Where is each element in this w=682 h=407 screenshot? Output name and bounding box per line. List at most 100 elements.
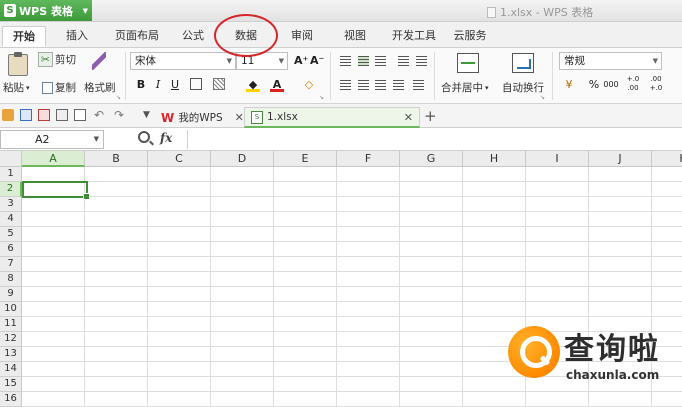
grow-font-button[interactable]: A⁺	[294, 54, 308, 68]
wrap-text-icon-button[interactable]	[512, 53, 534, 73]
distributed-icon[interactable]	[413, 80, 424, 90]
save-icon[interactable]	[20, 109, 32, 121]
align-middle-icon[interactable]	[358, 56, 369, 66]
tab-my-wps[interactable]: W 我的WPS ✕	[155, 107, 250, 128]
wrap-text-button[interactable]: 自动换行	[502, 80, 544, 95]
underline-button[interactable]: U	[168, 78, 182, 92]
formula-input[interactable]	[187, 130, 682, 149]
column-header-k[interactable]: K	[652, 151, 682, 167]
tab-review[interactable]: 审阅	[287, 26, 317, 47]
column-header-c[interactable]: C	[148, 151, 211, 167]
merge-center-icon-button[interactable]	[457, 53, 479, 73]
chevron-down-icon[interactable]: ▼	[143, 109, 155, 121]
row-header-7[interactable]: 7	[0, 257, 22, 272]
font-name-value: 宋体	[135, 55, 156, 67]
column-header-h[interactable]: H	[463, 151, 526, 167]
row-header-9[interactable]: 9	[0, 287, 22, 302]
align-top-icon[interactable]	[340, 56, 351, 66]
row-header-13[interactable]: 13	[0, 347, 22, 362]
tab-home[interactable]: 开始	[2, 26, 46, 47]
column-header-e[interactable]: E	[274, 151, 337, 167]
row-header-6[interactable]: 6	[0, 242, 22, 257]
row-header-3[interactable]: 3	[0, 197, 22, 212]
select-all-corner[interactable]	[0, 151, 22, 167]
font-color-button[interactable]: A	[270, 78, 284, 92]
increase-indent-icon[interactable]	[416, 56, 427, 66]
function-icon[interactable]: fx	[160, 131, 172, 145]
cut-button[interactable]: ✂ 剪切	[38, 52, 76, 67]
close-icon[interactable]: ✕	[404, 111, 413, 124]
new-tab-plus-icon[interactable]: +	[424, 107, 437, 125]
app-menu-button[interactable]: S WPS 表格 ▼	[0, 0, 92, 21]
divider	[330, 52, 331, 100]
row-header-1[interactable]: 1	[0, 167, 22, 182]
format-painter-label: 格式刷	[84, 82, 116, 94]
tab-cloud[interactable]: 云服务	[450, 26, 490, 47]
italic-button[interactable]: I	[151, 78, 165, 92]
align-center-icon[interactable]	[358, 80, 369, 90]
tab-1-xlsx[interactable]: S 1.xlsx ✕	[244, 107, 420, 128]
close-icon[interactable]: ✕	[235, 111, 244, 124]
decrease-decimal-button[interactable]: .00 +.0	[647, 75, 665, 92]
justify-icon[interactable]	[393, 80, 404, 90]
name-box[interactable]: A2 ▼	[0, 130, 104, 149]
tab-page-layout[interactable]: 页面布局	[110, 26, 164, 47]
fill-color-icon[interactable]: ◆	[246, 78, 260, 92]
row-header-4[interactable]: 4	[0, 212, 22, 227]
print-preview-icon[interactable]	[74, 109, 86, 121]
dialog-launcher-icon[interactable]: ↘	[540, 94, 545, 101]
font-name-select[interactable]: 宋体 ▼	[130, 52, 236, 70]
paste-label-button[interactable]: 粘贴 ▾	[3, 80, 30, 95]
column-header-i[interactable]: I	[526, 151, 589, 167]
row-header-12[interactable]: 12	[0, 332, 22, 347]
borders-icon[interactable]	[190, 78, 202, 90]
clear-format-icon[interactable]: ◇	[302, 78, 316, 92]
tab-view[interactable]: 视图	[340, 26, 370, 47]
row-header-2[interactable]: 2	[0, 182, 22, 197]
column-header-g[interactable]: G	[400, 151, 463, 167]
bold-button[interactable]: B	[134, 78, 148, 92]
row-header-15[interactable]: 15	[0, 377, 22, 392]
redo-icon[interactable]: ↷	[114, 109, 126, 121]
column-header-j[interactable]: J	[589, 151, 652, 167]
align-right-icon[interactable]	[375, 80, 386, 90]
tab-insert[interactable]: 插入	[62, 26, 92, 47]
align-left-icon[interactable]	[340, 80, 351, 90]
row-header-11[interactable]: 11	[0, 317, 22, 332]
copy-button[interactable]: 复制	[42, 80, 76, 95]
currency-icon[interactable]: ¥	[562, 78, 576, 92]
merge-center-button[interactable]: 合并居中 ▾	[441, 80, 489, 95]
undo-icon[interactable]: ↶	[94, 109, 106, 121]
dialog-launcher-icon[interactable]: ↘	[116, 94, 121, 101]
column-header-d[interactable]: D	[211, 151, 274, 167]
row-header-5[interactable]: 5	[0, 227, 22, 242]
paste-label: 粘贴	[3, 82, 24, 94]
column-header-a[interactable]: A	[22, 151, 85, 167]
thousands-separator-button[interactable]: 000	[602, 78, 620, 92]
format-painter-icon-button[interactable]	[92, 52, 106, 70]
row-header-16[interactable]: 16	[0, 392, 22, 407]
align-bottom-icon[interactable]	[375, 56, 386, 66]
number-format-select[interactable]: 常规 ▼	[559, 52, 662, 70]
folder-icon[interactable]	[2, 109, 14, 121]
row-header-8[interactable]: 8	[0, 272, 22, 287]
percent-button[interactable]: %	[587, 78, 601, 92]
increase-decimal-button[interactable]: +.0 .00	[624, 75, 642, 92]
selected-cell-a2[interactable]	[22, 181, 90, 200]
scissors-icon: ✂	[38, 52, 53, 67]
paste-button[interactable]	[8, 52, 28, 76]
cell-style-icon[interactable]	[213, 78, 225, 90]
row-header-10[interactable]: 10	[0, 302, 22, 317]
decrease-indent-icon[interactable]	[398, 56, 409, 66]
column-header-f[interactable]: F	[337, 151, 400, 167]
row-header-14[interactable]: 14	[0, 362, 22, 377]
tab-formulas[interactable]: 公式	[178, 26, 208, 47]
export-pdf-icon[interactable]	[38, 109, 50, 121]
column-header-b[interactable]: B	[85, 151, 148, 167]
shrink-font-button[interactable]: A⁻	[310, 54, 324, 68]
print-icon[interactable]	[56, 109, 68, 121]
search-icon[interactable]	[138, 131, 150, 143]
tab-developer[interactable]: 开发工具	[387, 26, 441, 47]
format-painter-button[interactable]: 格式刷	[84, 80, 116, 95]
dialog-launcher-icon[interactable]: ↘	[319, 94, 324, 101]
